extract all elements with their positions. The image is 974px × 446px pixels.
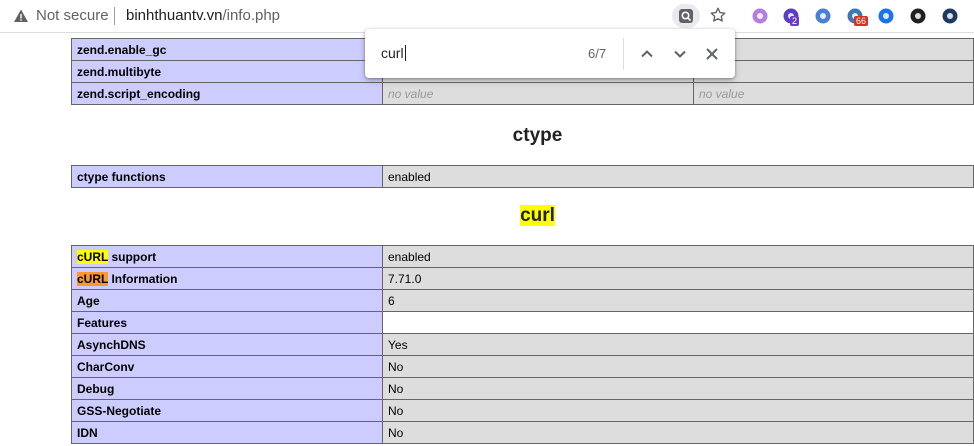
address-bar[interactable]: binhthuantv.vn/info.php <box>126 7 280 24</box>
row-value: No <box>382 355 974 378</box>
table-row: cURL support enabled <box>71 245 974 268</box>
extension-badge: 66 <box>854 16 869 26</box>
row-value: No <box>382 377 974 400</box>
row-key-rest: Information <box>108 271 178 286</box>
row-key: Features <box>71 311 383 334</box>
table-row: Features <box>71 311 974 334</box>
find-previous-icon[interactable] <box>637 44 657 64</box>
row-key: Debug <box>71 377 383 400</box>
curl-table: cURL support enabled cURL Information 7.… <box>71 245 974 444</box>
extension-purple-flower-icon[interactable] <box>751 7 769 25</box>
sync-icon[interactable] <box>909 7 927 25</box>
url-divider <box>114 7 115 25</box>
row-value: No <box>382 421 974 444</box>
section-title-ctype: ctype <box>512 125 563 146</box>
row-key: GSS-Negotiate <box>71 399 383 422</box>
row-value: enabled <box>382 245 974 268</box>
table-row: Debug No <box>71 377 974 400</box>
row-key: zend.script_encoding <box>71 82 383 105</box>
row-master-value: no value <box>693 82 974 105</box>
ip-extension-icon[interactable] <box>941 7 959 25</box>
extension-stack-icon[interactable]: 2 <box>782 7 800 26</box>
find-bar: curl 6/7 <box>365 29 735 78</box>
extension-badge: 2 <box>790 16 800 26</box>
find-highlight: curl <box>520 205 555 226</box>
url-path: /info.php <box>222 7 281 24</box>
row-key: ctype functions <box>71 165 383 188</box>
no-value-text: no value <box>388 86 434 101</box>
row-key: AsynchDNS <box>71 333 383 356</box>
table-row: Age 6 <box>71 289 974 312</box>
phpinfo-page: zend.enable_gc zend.multibyte zend.script_… <box>0 33 974 446</box>
row-value: enabled <box>382 165 974 188</box>
table-row: AsynchDNS Yes <box>71 333 974 356</box>
no-value-text: no value <box>699 86 745 101</box>
warning-icon[interactable] <box>13 8 29 24</box>
row-value: Yes <box>382 333 974 356</box>
find-input[interactable]: curl <box>381 45 406 61</box>
row-key: cURL Information <box>71 267 383 290</box>
row-master-value <box>693 38 974 61</box>
table-row: cURL Information 7.71.0 <box>71 267 974 290</box>
find-close-icon[interactable] <box>702 44 722 64</box>
row-value: No <box>382 399 974 422</box>
find-match-count: 6/7 <box>588 46 607 61</box>
table-row: ctype functions enabled <box>71 165 974 188</box>
row-key: IDN <box>71 421 383 444</box>
table-row: zend.script_encoding no value no value <box>71 82 974 105</box>
bookmark-star-icon[interactable] <box>709 6 727 29</box>
row-value: 7.71.0 <box>382 267 974 290</box>
row-value <box>382 311 974 334</box>
find-divider <box>623 38 624 70</box>
table-row: GSS-Negotiate No <box>71 399 974 422</box>
row-master-value <box>693 60 974 83</box>
globe-extension-icon[interactable]: 66 <box>846 7 869 26</box>
row-value: 6 <box>382 289 974 312</box>
section-title-curl: curl <box>71 205 974 227</box>
find-highlight: cURL <box>77 249 109 264</box>
row-key: zend.enable_gc <box>71 38 383 61</box>
row-key: zend.multibyte <box>71 60 383 83</box>
table-row: CharConv No <box>71 355 974 378</box>
extension-a-icon[interactable] <box>877 7 895 25</box>
find-next-icon[interactable] <box>670 44 690 64</box>
row-key: cURL support <box>71 245 383 268</box>
find-in-page-icon[interactable] <box>672 4 700 28</box>
ctype-table: ctype functions enabled <box>71 165 974 188</box>
table-row: IDN No <box>71 421 974 444</box>
row-local-value: no value <box>382 82 694 105</box>
row-key: CharConv <box>71 355 383 378</box>
url-domain: binhthuantv.vn <box>126 7 223 24</box>
find-highlight-current: cURL <box>77 271 109 286</box>
security-label[interactable]: Not secure <box>36 7 109 24</box>
row-key-rest: support <box>108 249 157 264</box>
translate-icon[interactable] <box>814 7 832 25</box>
row-key: Age <box>71 289 383 312</box>
